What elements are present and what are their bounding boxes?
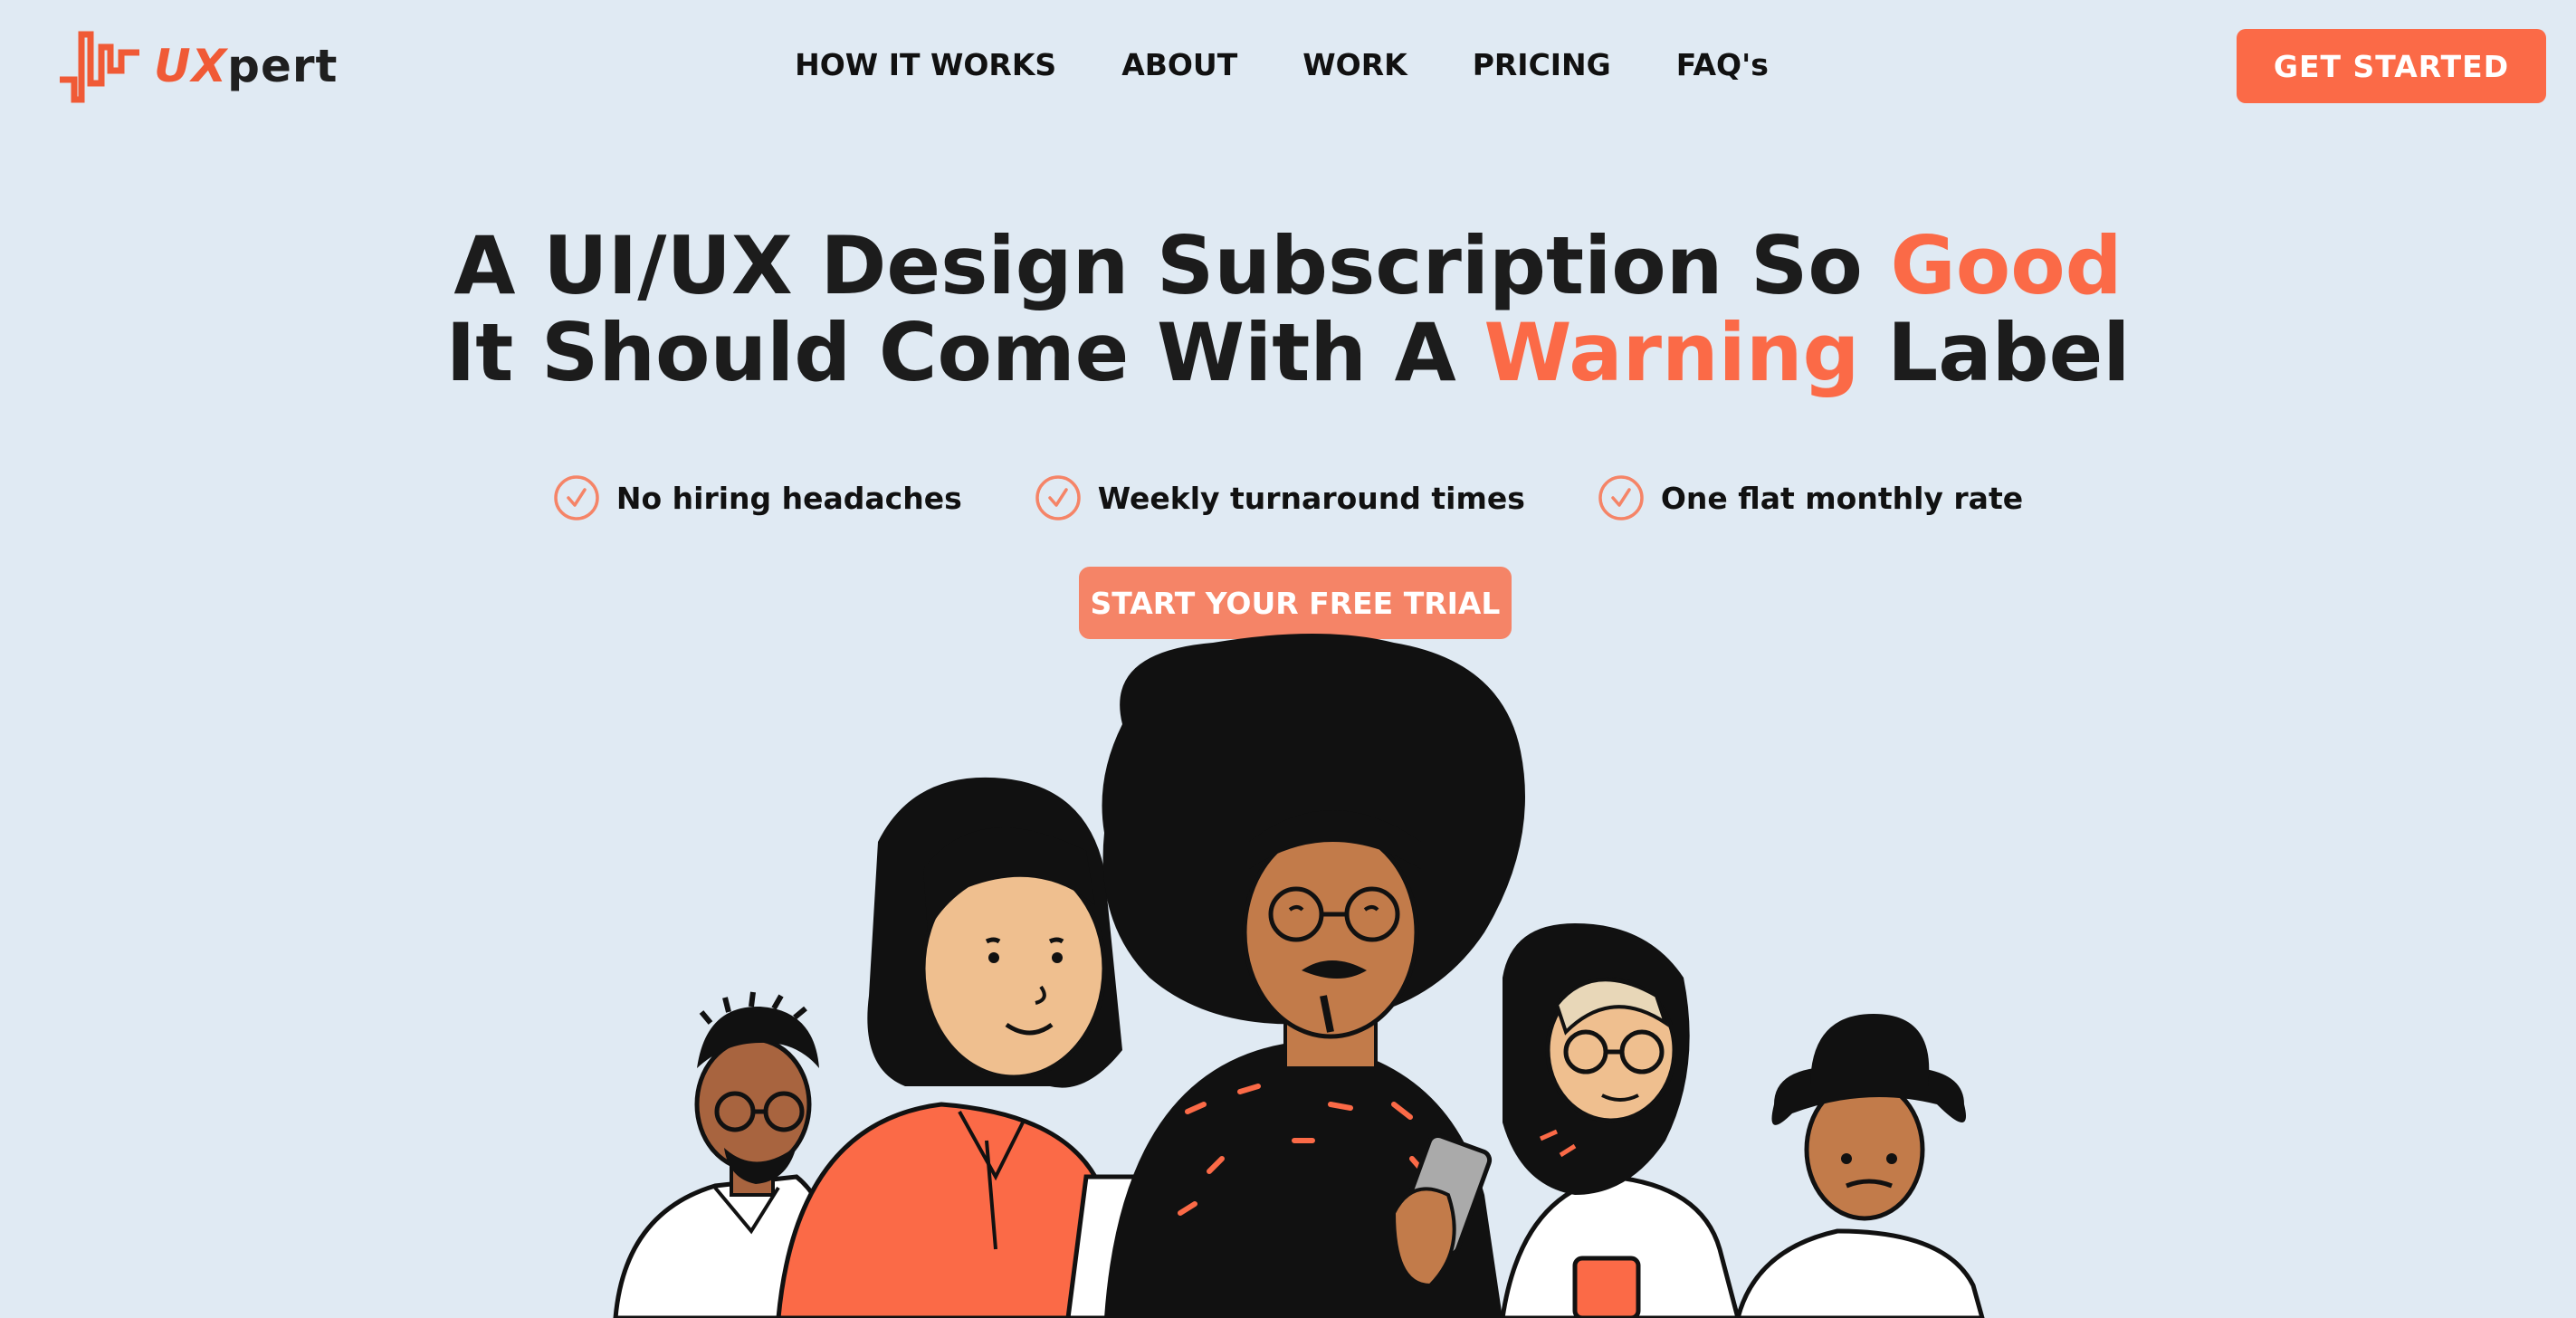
headline-accent-warning: Warning bbox=[1484, 306, 1860, 399]
headline-line-1: A UI/UX Design Subscription So Good bbox=[0, 223, 2576, 310]
nav-work[interactable]: WORK bbox=[1302, 43, 1407, 87]
headline-line-1-text: A UI/UX Design Subscription So bbox=[453, 219, 1891, 312]
logo-text: UXpert bbox=[154, 43, 338, 89]
benefit-item: No hiring headaches bbox=[553, 474, 962, 521]
main-nav: HOW IT WORKS ABOUT WORK PRICING FAQ's bbox=[0, 43, 2576, 87]
start-free-trial-button[interactable]: START YOUR FREE TRIAL bbox=[1079, 567, 1512, 639]
logo-accent-text: UX bbox=[154, 40, 228, 92]
headline-line-2-suffix: Label bbox=[1859, 306, 2131, 399]
nav-list: HOW IT WORKS ABOUT WORK PRICING FAQ's bbox=[762, 43, 1801, 87]
person-woman-hijab bbox=[1500, 923, 1741, 1318]
person-man-afro bbox=[1102, 634, 1525, 1318]
nav-faqs[interactable]: FAQ's bbox=[1676, 43, 1769, 87]
benefit-label: Weekly turnaround times bbox=[1097, 480, 1525, 516]
check-circle-icon bbox=[554, 475, 599, 521]
logo[interactable]: UXpert bbox=[54, 27, 338, 105]
benefits-list: No hiring headaches Weekly turnaround ti… bbox=[0, 474, 2576, 521]
benefit-item: Weekly turnaround times bbox=[1035, 474, 1525, 521]
benefit-item: One flat monthly rate bbox=[1598, 474, 2023, 521]
get-started-button[interactable]: GET STARTED bbox=[2237, 29, 2546, 103]
benefit-label: One flat monthly rate bbox=[1660, 480, 2024, 516]
nav-how-it-works[interactable]: HOW IT WORKS bbox=[795, 43, 1056, 87]
headline-accent-good: Good bbox=[1890, 219, 2123, 312]
person-man-hat bbox=[1735, 1014, 1985, 1318]
headline-line-2-text: It Should Come With A bbox=[445, 306, 1484, 399]
nav-about[interactable]: ABOUT bbox=[1121, 43, 1237, 87]
logo-mark-icon bbox=[60, 31, 139, 103]
nav-pricing[interactable]: PRICING bbox=[1473, 43, 1611, 87]
benefit-label: No hiring headaches bbox=[615, 480, 962, 516]
logo-rest-text: pert bbox=[227, 40, 339, 92]
hero-headline: A UI/UX Design Subscription So Good It S… bbox=[0, 223, 2576, 396]
headline-line-2: It Should Come With A Warning Label bbox=[0, 310, 2576, 396]
check-circle-icon bbox=[1035, 475, 1081, 521]
team-illustration bbox=[613, 634, 1985, 1318]
check-circle-icon bbox=[1598, 475, 1644, 521]
